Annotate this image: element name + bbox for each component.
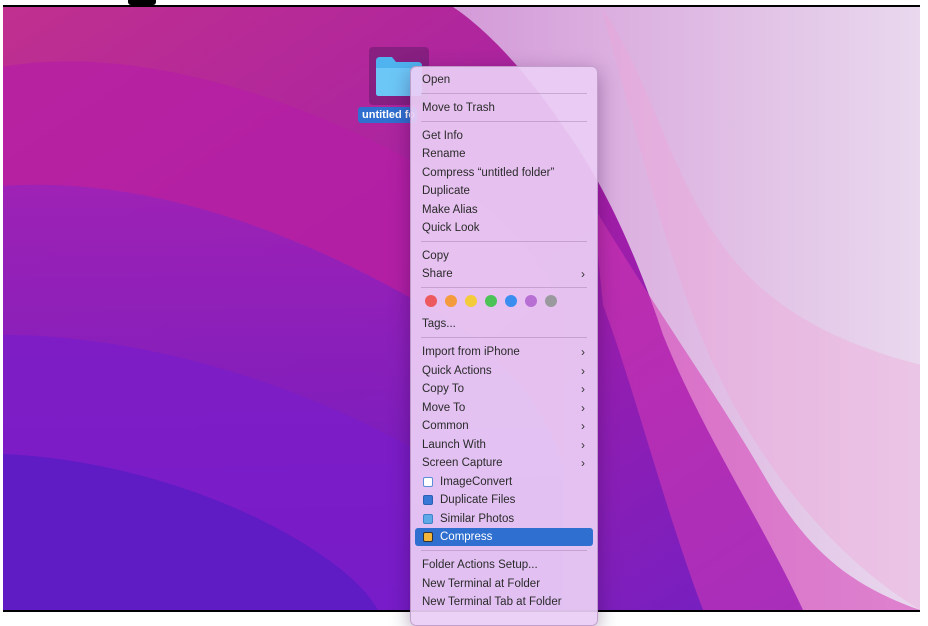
menu-item-label: Get Info <box>422 130 463 142</box>
menu-item-label: Open <box>422 74 451 86</box>
menu-separator <box>421 337 587 338</box>
menu-item-label: Screen Capture <box>422 457 503 469</box>
menu-item-label: Common <box>422 420 469 432</box>
menu-item-label: Duplicate <box>422 185 470 197</box>
menu-item-label: Make Alias <box>422 204 478 216</box>
tag-purple-dot[interactable] <box>525 295 537 307</box>
menu-item-label: Copy To <box>422 383 464 395</box>
menu-item-move-to[interactable]: Move To › <box>415 399 593 417</box>
menu-item-label: Move To <box>422 402 466 414</box>
menu-item-launch-with[interactable]: Launch With › <box>415 436 593 454</box>
chevron-right-icon: › <box>581 456 585 470</box>
menu-item-screen-capture[interactable]: Screen Capture › <box>415 454 593 472</box>
menu-item-tags[interactable]: Tags... <box>415 315 593 333</box>
menu-item-quick-look[interactable]: Quick Look <box>415 219 593 237</box>
duplicate-files-app-icon <box>423 495 433 505</box>
menu-separator <box>421 550 587 551</box>
chevron-right-icon: › <box>581 438 585 452</box>
menu-item-label: Import from iPhone <box>422 346 520 358</box>
menu-item-label: Copy <box>422 250 449 262</box>
menu-item-label: Compress “untitled folder” <box>422 167 555 179</box>
menu-item-copy[interactable]: Copy <box>415 247 593 265</box>
chevron-right-icon: › <box>581 267 585 281</box>
tag-green-dot[interactable] <box>485 295 497 307</box>
imageconvert-app-icon <box>423 477 433 487</box>
menu-item-move-to-trash[interactable]: Move to Trash <box>415 99 593 117</box>
menu-item-label: Quick Look <box>422 222 480 234</box>
menu-item-imageconvert[interactable]: ImageConvert <box>415 473 593 491</box>
menu-item-common[interactable]: Common › <box>415 417 593 435</box>
menu-item-folder-actions-setup[interactable]: Folder Actions Setup... <box>415 556 593 574</box>
menu-item-label: Quick Actions <box>422 365 492 377</box>
menu-item-compress-folder[interactable]: Compress “untitled folder” <box>415 164 593 182</box>
menu-item-make-alias[interactable]: Make Alias <box>415 201 593 219</box>
menu-item-label: Duplicate Files <box>440 494 516 506</box>
similar-photos-app-icon <box>423 514 433 524</box>
tag-gray-dot[interactable] <box>545 295 557 307</box>
menu-item-label: Rename <box>422 148 466 160</box>
tag-orange-dot[interactable] <box>445 295 457 307</box>
menu-item-label: Share <box>422 268 453 280</box>
menu-separator <box>421 241 587 242</box>
tag-blue-dot[interactable] <box>505 295 517 307</box>
menu-item-duplicate[interactable]: Duplicate <box>415 182 593 200</box>
menu-separator <box>421 287 587 288</box>
menu-item-label: ImageConvert <box>440 476 513 488</box>
menu-item-new-terminal-tab-at-folder[interactable]: New Terminal Tab at Folder <box>415 593 593 611</box>
menu-item-label: New Terminal Tab at Folder <box>422 596 562 608</box>
menu-item-label: Compress <box>440 531 493 543</box>
menu-item-label: New Terminal at Folder <box>422 578 541 590</box>
tag-red-dot[interactable] <box>425 295 437 307</box>
menu-item-share[interactable]: Share › <box>415 265 593 283</box>
menu-item-compress-quick-action[interactable]: Compress <box>415 528 593 546</box>
menu-item-similar-photos[interactable]: Similar Photos <box>415 510 593 528</box>
tag-yellow-dot[interactable] <box>465 295 477 307</box>
folder-name-label[interactable]: untitled fo <box>358 107 417 123</box>
menu-item-quick-actions[interactable]: Quick Actions › <box>415 362 593 380</box>
menu-item-label: Tags... <box>422 318 456 330</box>
menu-item-copy-to[interactable]: Copy To › <box>415 380 593 398</box>
menu-item-label: Launch With <box>422 439 486 451</box>
context-menu: Open Move to Trash Get Info Rename Compr… <box>410 66 598 626</box>
compress-app-icon <box>423 532 433 542</box>
menu-separator <box>421 93 587 94</box>
menu-separator <box>421 121 587 122</box>
chevron-right-icon: › <box>581 364 585 378</box>
menu-item-label: Move to Trash <box>422 102 495 114</box>
menu-item-import-from-iphone[interactable]: Import from iPhone › <box>415 343 593 361</box>
chevron-right-icon: › <box>581 382 585 396</box>
chevron-right-icon: › <box>581 345 585 359</box>
chevron-right-icon: › <box>581 401 585 415</box>
menu-item-open[interactable]: Open <box>415 71 593 89</box>
menu-item-get-info[interactable]: Get Info <box>415 127 593 145</box>
tag-color-row <box>425 295 565 309</box>
chevron-right-icon: › <box>581 419 585 433</box>
menu-item-duplicate-files[interactable]: Duplicate Files <box>415 491 593 509</box>
menu-item-label: Similar Photos <box>440 513 515 525</box>
menu-item-label: Folder Actions Setup... <box>422 559 538 571</box>
menu-item-rename[interactable]: Rename <box>415 145 593 163</box>
menu-item-new-terminal-at-folder[interactable]: New Terminal at Folder <box>415 575 593 593</box>
